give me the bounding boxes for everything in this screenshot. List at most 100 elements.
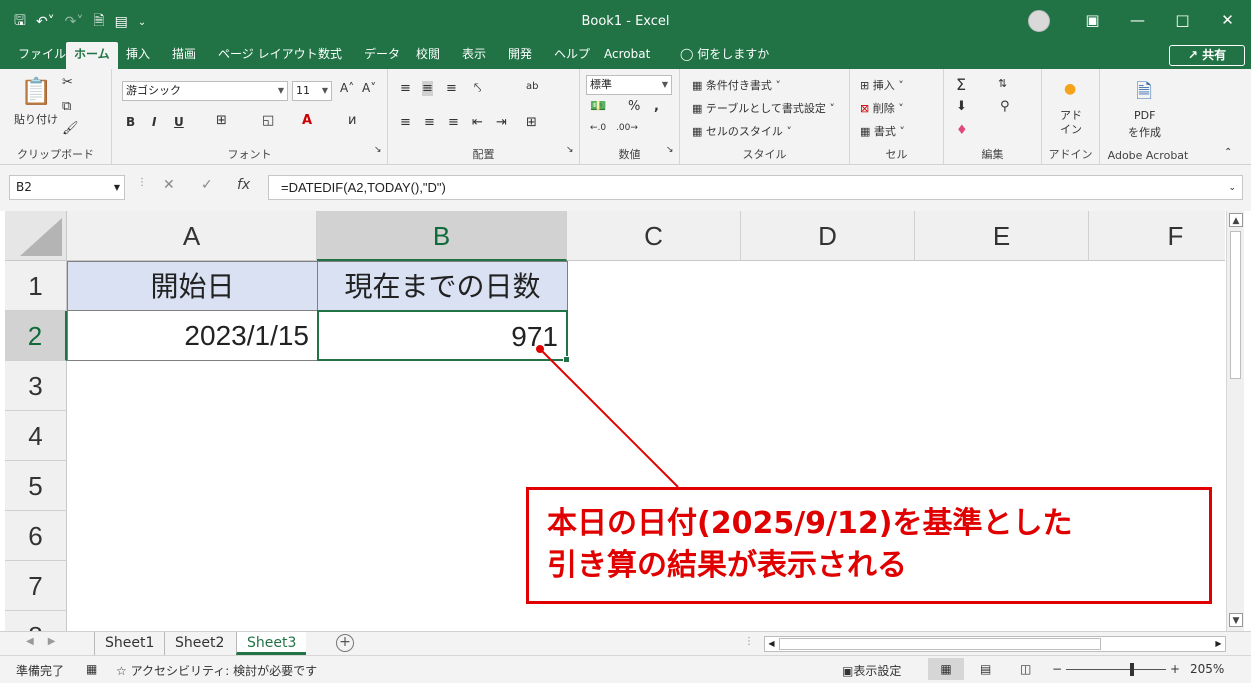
underline-button[interactable]: U	[174, 115, 184, 129]
page-break-view-icon[interactable]: ◫	[1020, 662, 1031, 676]
enter-icon[interactable]: ✓	[201, 177, 213, 193]
tab-formulas[interactable]: 数式	[310, 42, 350, 69]
italic-button[interactable]: I	[152, 115, 156, 129]
scroll-right-icon[interactable]: ▶	[1212, 637, 1225, 651]
font-name-select[interactable]: 游ゴシック ▼	[122, 81, 288, 101]
align-bottom-icon[interactable]: ≡	[446, 81, 457, 96]
display-settings-button[interactable]: ▣表示設定	[842, 662, 901, 679]
fill-handle[interactable]	[563, 356, 570, 363]
zoom-out-icon[interactable]: −	[1052, 662, 1062, 676]
format-cells-button[interactable]: ▦ 書式 ˅	[860, 123, 905, 139]
bold-button[interactable]: B	[126, 115, 135, 129]
collapse-ribbon-icon[interactable]: ⌃	[1224, 147, 1232, 158]
find-select-icon[interactable]: ⚲	[1000, 99, 1010, 114]
zoom-slider[interactable]	[1066, 669, 1166, 670]
number-format-select[interactable]: 標準 ▼	[586, 75, 672, 95]
column-header-c[interactable]: C	[567, 211, 741, 261]
format-as-table-button[interactable]: ▦ テーブルとして書式設定 ˅	[692, 100, 835, 116]
sheet-tab-3[interactable]: Sheet3	[236, 632, 307, 655]
addin-button[interactable]: アド イン	[1060, 109, 1082, 137]
minimize-icon[interactable]: —	[1115, 8, 1160, 32]
scroll-down-icon[interactable]: ▼	[1229, 613, 1243, 627]
decrease-font-icon[interactable]: A˅	[362, 81, 376, 95]
tab-acrobat[interactable]: Acrobat	[596, 42, 658, 69]
zoom-slider-knob[interactable]	[1130, 663, 1134, 676]
paste-icon[interactable]: 📋	[20, 77, 52, 107]
tab-review[interactable]: 校閲	[408, 42, 448, 69]
align-center-icon[interactable]: ≡	[424, 115, 435, 130]
close-icon[interactable]: ✕	[1205, 8, 1250, 32]
cut-icon[interactable]: ✂	[62, 75, 73, 90]
row-header-7[interactable]: 7	[5, 561, 67, 611]
cancel-icon[interactable]: ✕	[163, 177, 175, 193]
percent-button[interactable]: %	[628, 99, 640, 114]
row-header-4[interactable]: 4	[5, 411, 67, 461]
wrap-text-icon[interactable]: ab	[526, 81, 538, 92]
row-header-3[interactable]: 3	[5, 361, 67, 411]
column-header-b[interactable]: B	[317, 211, 567, 261]
vertical-scroll-thumb[interactable]	[1230, 231, 1241, 379]
accessibility-button[interactable]: ☆ アクセシビリティ: 検討が必要です	[116, 662, 317, 679]
row-header-8[interactable]: 8	[5, 611, 67, 631]
share-button[interactable]: ↗ 共有	[1169, 45, 1245, 66]
row-header-2[interactable]: 2	[5, 311, 67, 361]
paste-label[interactable]: 貼り付け	[14, 111, 58, 127]
comma-button[interactable]: ,	[654, 99, 659, 114]
increase-decimal-icon[interactable]: ←.0	[590, 123, 606, 133]
tab-view[interactable]: 表示	[454, 42, 494, 69]
tab-page-layout[interactable]: ページ レイアウト	[210, 42, 326, 69]
row-header-5[interactable]: 5	[5, 461, 67, 511]
merge-center-icon[interactable]: ⊞	[526, 115, 537, 130]
increase-indent-icon[interactable]: ⇥	[496, 115, 507, 130]
align-right-icon[interactable]: ≡	[448, 115, 459, 130]
accounting-icon[interactable]: 💵	[590, 99, 606, 114]
tab-developer[interactable]: 開発	[500, 42, 540, 69]
normal-view-icon[interactable]: ▦	[928, 658, 964, 680]
font-color-icon[interactable]: A	[302, 113, 312, 128]
autosum-icon[interactable]: Σ	[956, 75, 966, 94]
fill-icon[interactable]: ⬇	[956, 99, 967, 114]
cell-a1[interactable]: 開始日	[67, 261, 318, 311]
cell-b2[interactable]: 971	[317, 310, 568, 361]
borders-icon[interactable]: ⊞	[216, 113, 227, 128]
row-header-1[interactable]: 1	[5, 261, 67, 311]
sort-filter-icon[interactable]: ⇅	[998, 77, 1007, 90]
tab-draw[interactable]: 描画	[164, 42, 204, 69]
align-top-icon[interactable]: ≡	[400, 81, 411, 96]
horizontal-scrollbar[interactable]: ◀ ▶	[764, 636, 1226, 652]
align-left-icon[interactable]: ≡	[400, 115, 411, 130]
format-painter-icon[interactable]: 🖌	[62, 121, 79, 136]
phonetic-icon[interactable]: ᴎ	[348, 113, 356, 128]
pdf-icon[interactable]: 🗎	[1136, 77, 1152, 111]
column-header-d[interactable]: D	[741, 211, 915, 261]
scroll-up-icon[interactable]: ▲	[1229, 213, 1243, 227]
align-middle-icon[interactable]: ≡	[422, 81, 433, 96]
column-header-a[interactable]: A	[67, 211, 317, 261]
macro-record-icon[interactable]: ▦	[86, 662, 97, 676]
zoom-in-icon[interactable]: +	[1170, 662, 1180, 676]
page-layout-view-icon[interactable]: ▤	[980, 662, 991, 676]
tab-file[interactable]: ファイル	[10, 42, 74, 69]
insert-cells-button[interactable]: ⊞ 挿入 ˅	[860, 77, 904, 93]
sheet-tab-1[interactable]: Sheet1	[94, 632, 164, 655]
delete-cells-button[interactable]: ⊠ 削除 ˅	[860, 100, 904, 116]
create-pdf-line2[interactable]: を作成	[1128, 124, 1161, 140]
orientation-icon[interactable]: ⤣	[474, 81, 481, 96]
tab-insert[interactable]: 挿入	[118, 42, 158, 69]
decrease-decimal-icon[interactable]: .00→	[616, 123, 638, 133]
copy-icon[interactable]: ⧉	[62, 99, 71, 114]
row-header-6[interactable]: 6	[5, 511, 67, 561]
vertical-scrollbar[interactable]: ▲ ▼	[1226, 211, 1244, 631]
scroll-left-icon[interactable]: ◀	[765, 637, 778, 651]
tab-split-icon[interactable]: ⋮	[744, 636, 754, 647]
fill-color-icon[interactable]: ◱	[262, 113, 274, 128]
user-avatar[interactable]	[1028, 10, 1050, 32]
name-box[interactable]: B2 ▼	[9, 175, 125, 200]
font-size-select[interactable]: 11 ▼	[292, 81, 332, 101]
maximize-icon[interactable]: □	[1160, 8, 1205, 32]
conditional-formatting-button[interactable]: ▦ 条件付き書式 ˅	[692, 77, 781, 93]
add-sheet-icon[interactable]: +	[336, 634, 354, 652]
decrease-indent-icon[interactable]: ⇤	[472, 115, 483, 130]
tab-data[interactable]: データ	[356, 42, 408, 69]
create-pdf-line1[interactable]: PDF	[1134, 109, 1155, 122]
